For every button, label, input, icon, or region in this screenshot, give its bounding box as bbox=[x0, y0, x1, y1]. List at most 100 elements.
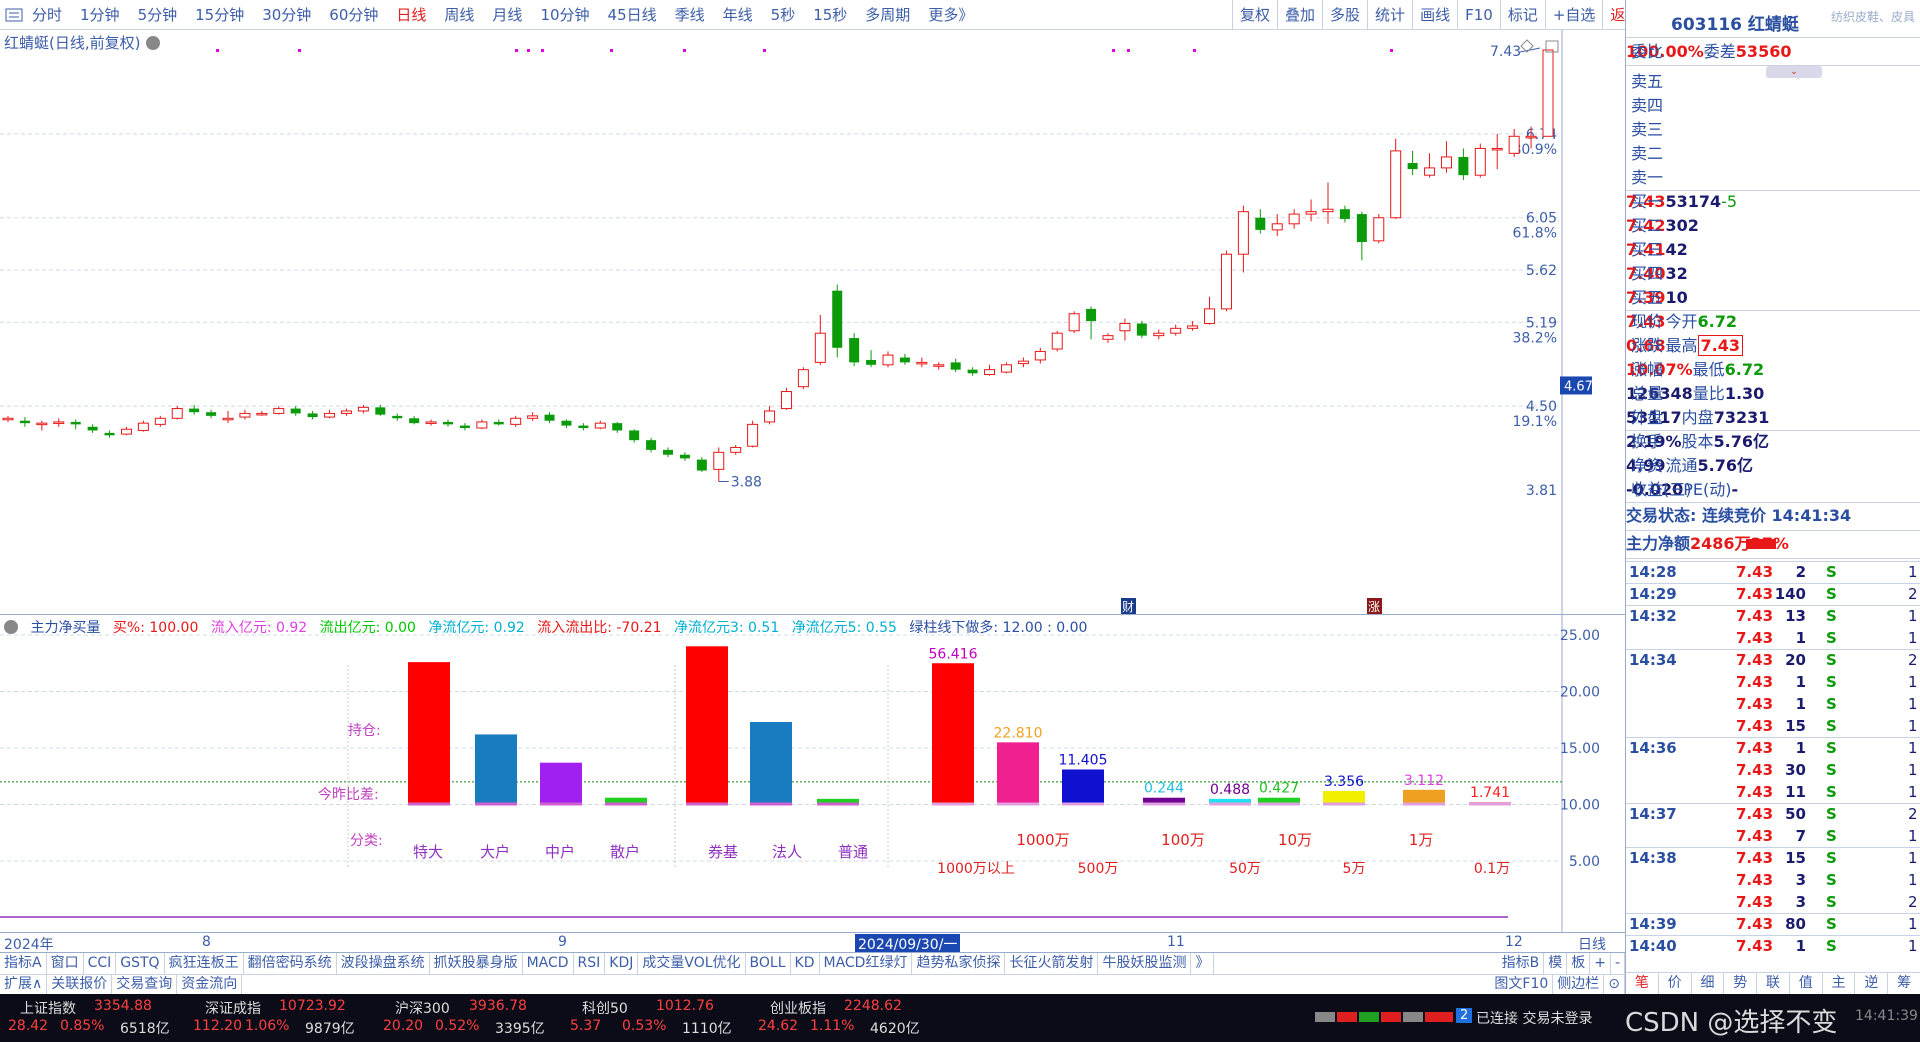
indicator-tab[interactable]: KDJ bbox=[605, 953, 639, 974]
period-tab[interactable]: 15秒 bbox=[813, 4, 847, 25]
tick-side: S bbox=[1826, 937, 1837, 955]
quote-tab[interactable]: 细 bbox=[1692, 973, 1725, 994]
indicator-tab[interactable]: 趋势私家侦探 bbox=[912, 953, 1006, 974]
menu-icon[interactable] bbox=[2, 4, 26, 26]
period-tab[interactable]: 月线 bbox=[492, 4, 522, 25]
period-tab[interactable]: 5秒 bbox=[771, 4, 796, 25]
bottom-tab[interactable]: 资金流向 bbox=[177, 975, 243, 994]
indicator-tab[interactable]: 牛股妖股监测 bbox=[1098, 953, 1192, 974]
indicator-tab-right[interactable]: + bbox=[1590, 953, 1611, 974]
indicator-tab[interactable]: MACD红绿灯 bbox=[820, 953, 913, 974]
candle-body-up bbox=[933, 364, 945, 367]
period-tab[interactable]: 分时 bbox=[32, 4, 62, 25]
quote-panel-tabs: 笔价细势联值主逆筹 bbox=[1626, 972, 1920, 994]
candle-body-up bbox=[1000, 364, 1012, 373]
period-tab[interactable]: 季线 bbox=[675, 4, 705, 25]
index-name[interactable]: 创业板指 bbox=[770, 998, 826, 1018]
period-tab[interactable]: 日线 bbox=[396, 4, 426, 25]
indicator-tab[interactable]: MACD bbox=[523, 953, 574, 974]
main-force-indicator-chart[interactable]: 主力净买量 买%: 100.00 流入亿元: 0.92 流出亿元: 0.00 净… bbox=[0, 614, 1625, 933]
quote-row: 总量 126348量比1.30 bbox=[1626, 382, 1920, 406]
quote-tab[interactable]: 主 bbox=[1823, 973, 1856, 994]
bottom-tab[interactable]: 关联报价 bbox=[47, 975, 113, 994]
tick-time: 14:37 bbox=[1629, 805, 1677, 823]
indicator-tab[interactable]: 抓妖股暴身版 bbox=[430, 953, 523, 974]
toolbar-button[interactable]: 复权 bbox=[1232, 0, 1277, 30]
period-tab[interactable]: 30分钟 bbox=[262, 4, 311, 25]
period-tab[interactable]: 45日线 bbox=[608, 4, 657, 25]
group-label: 券基 bbox=[708, 843, 738, 861]
quote-tab[interactable]: 筹 bbox=[1888, 973, 1920, 994]
indicator-tab[interactable]: 窗口 bbox=[47, 953, 84, 974]
tick-volume: 2 bbox=[1795, 563, 1806, 581]
candlestick-chart[interactable]: 红蜻蜓(日线,前复权) 6.74 80.9% 6.05 61.8% 5.62 5.19 38… bbox=[0, 30, 1625, 614]
bottom-tab-right[interactable]: ⊙ bbox=[1604, 975, 1625, 994]
candle-body-down bbox=[206, 412, 217, 416]
indicator-tab[interactable]: 》 bbox=[1191, 953, 1215, 974]
quote-tab[interactable]: 价 bbox=[1659, 973, 1692, 994]
bottom-tab-right[interactable]: 侧边栏 bbox=[1553, 975, 1605, 994]
quote-tab[interactable]: 联 bbox=[1757, 973, 1790, 994]
toolbar-button[interactable]: 多股 bbox=[1322, 0, 1367, 30]
quote-tab[interactable]: 势 bbox=[1724, 973, 1758, 994]
tick-price: 7.43 bbox=[1736, 915, 1774, 933]
indicator-tab-right[interactable]: 模 bbox=[1544, 953, 1568, 974]
index-name[interactable]: 深证成指 bbox=[205, 998, 261, 1018]
tick-row: 7.43 3 S 2 bbox=[1626, 891, 1920, 913]
indicator-tab[interactable]: RSI bbox=[574, 953, 606, 974]
quote-label: 换手 bbox=[1631, 432, 1664, 451]
tick-side: S bbox=[1826, 695, 1837, 713]
indicator-svg[interactable]: 25.00 20.00 15.00 10.00 5.00 持仓: 今昨比差: 分类: 特大 大户 中… bbox=[0, 615, 1625, 933]
period-tab[interactable]: 1分钟 bbox=[80, 4, 120, 25]
candlestick-svg[interactable]: 6.7480.9%6.0561.8%5.625.1938.2%4.5019.1%… bbox=[0, 30, 1625, 614]
bottom-tab[interactable]: 扩展∧ bbox=[0, 975, 48, 994]
indicator-tab[interactable]: 波段操盘系统 bbox=[337, 953, 430, 974]
index-name[interactable]: 科创50 bbox=[582, 998, 628, 1018]
bottom-tab-right[interactable]: 图文F10 bbox=[1490, 975, 1554, 994]
indicator-tab[interactable]: KD bbox=[791, 953, 820, 974]
candle-body-down bbox=[493, 421, 504, 425]
period-tab[interactable]: 5分钟 bbox=[138, 4, 178, 25]
indicator-tab-right[interactable]: 指标B bbox=[1498, 953, 1545, 974]
candle-body-down bbox=[696, 459, 707, 471]
tick-price: 7.43 bbox=[1736, 937, 1774, 955]
toolbar-button[interactable]: 叠加 bbox=[1277, 0, 1322, 30]
index-name[interactable]: 上证指数 bbox=[20, 998, 76, 1018]
period-tab[interactable]: 多周期 bbox=[865, 4, 910, 25]
tick-price: 7.43 bbox=[1736, 871, 1774, 889]
tick-count: 1 bbox=[1908, 849, 1918, 867]
bottom-tab[interactable]: 交易查询 bbox=[112, 975, 178, 994]
period-tab[interactable]: 15分钟 bbox=[195, 4, 244, 25]
indicator-tab-right[interactable]: 板 bbox=[1567, 953, 1591, 974]
indicator-toggle-icon[interactable] bbox=[4, 620, 18, 634]
quote-tab[interactable]: 逆 bbox=[1855, 973, 1889, 994]
indicator-tab[interactable]: 疯狂连板王 bbox=[165, 953, 244, 974]
indicator-tab[interactable]: 成交量VOL优化 bbox=[638, 953, 746, 974]
quote-row: 卖一 bbox=[1626, 166, 1920, 190]
toolbar-button[interactable]: 统计 bbox=[1367, 0, 1412, 30]
quote-tab[interactable]: 值 bbox=[1790, 973, 1823, 994]
candle-body-up bbox=[1237, 211, 1249, 255]
quote-tab[interactable]: 笔 bbox=[1626, 973, 1659, 994]
period-tab[interactable]: 周线 bbox=[444, 4, 474, 25]
indicator-tab-right[interactable]: - bbox=[1611, 953, 1625, 974]
toolbar-button[interactable]: F10 bbox=[1457, 0, 1500, 30]
indicator-tab[interactable]: BOLL bbox=[746, 953, 791, 974]
tick-time: 14:32 bbox=[1629, 607, 1677, 625]
indicator-tab[interactable]: 长征火箭发射 bbox=[1005, 953, 1099, 974]
quote-row: 卖四 bbox=[1626, 94, 1920, 118]
indicator-tab[interactable]: 翻倍密码系统 bbox=[244, 953, 337, 974]
period-tab[interactable]: 年线 bbox=[723, 4, 753, 25]
toolbar-button[interactable]: 标记 bbox=[1499, 0, 1545, 30]
index-name[interactable]: 沪深300 bbox=[395, 998, 450, 1018]
connection-status[interactable]: 已连接 交易未登录 bbox=[1476, 1008, 1592, 1028]
period-tab[interactable]: 60分钟 bbox=[329, 4, 378, 25]
toolbar-button[interactable]: +自选 bbox=[1544, 0, 1603, 30]
indicator-tab[interactable]: GSTQ bbox=[116, 953, 165, 974]
indicator-tab[interactable]: 指标A bbox=[0, 953, 47, 974]
period-tab[interactable]: 更多》 bbox=[928, 4, 973, 25]
chart-settings-icon[interactable] bbox=[146, 36, 161, 50]
toolbar-button[interactable]: 画线 bbox=[1412, 0, 1457, 30]
indicator-tab[interactable]: CCI bbox=[84, 953, 117, 974]
period-tab[interactable]: 10分钟 bbox=[540, 4, 589, 25]
